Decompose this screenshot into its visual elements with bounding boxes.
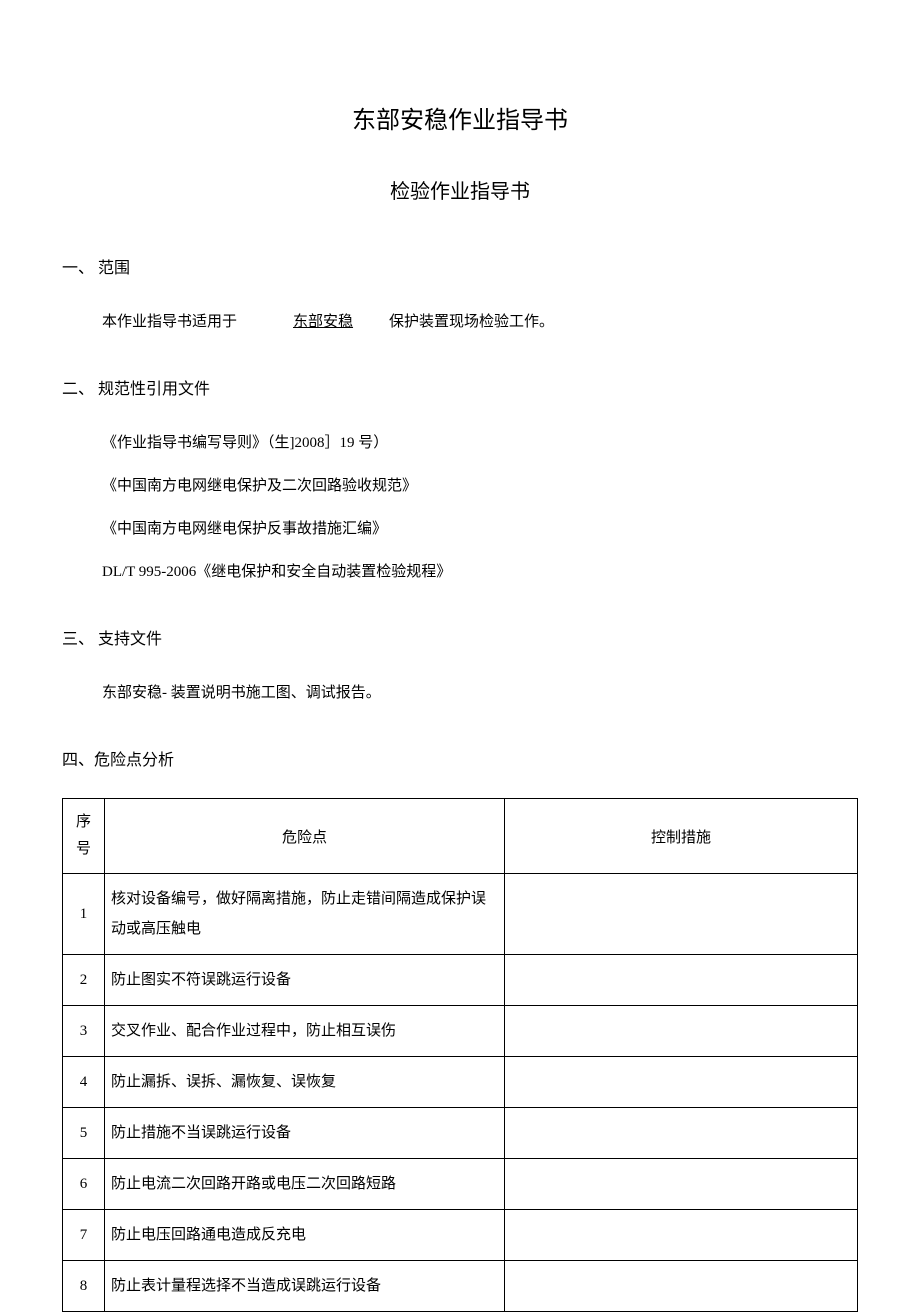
section-heading-scope: 一、 范围 [62, 254, 858, 278]
scope-underlined: 东部安稳 [287, 306, 359, 339]
cell-measure [505, 1006, 858, 1057]
header-risk: 危险点 [105, 799, 505, 874]
table-row: 7 防止电压回路通电造成反充电 [63, 1210, 858, 1261]
cell-measure [505, 1108, 858, 1159]
cell-seq: 6 [63, 1159, 105, 1210]
cell-measure [505, 874, 858, 955]
cell-risk: 防止措施不当误跳运行设备 [105, 1108, 505, 1159]
scope-prefix: 本作业指导书适用于 [102, 306, 237, 339]
section-heading-support: 三、 支持文件 [62, 625, 858, 649]
section-heading-references: 二、 规范性引用文件 [62, 375, 858, 399]
cell-risk: 防止电流二次回路开路或电压二次回路短路 [105, 1159, 505, 1210]
table-row: 3 交叉作业、配合作业过程中，防止相互误伤 [63, 1006, 858, 1057]
document-subtitle: 检验作业指导书 [62, 175, 858, 204]
header-seq: 序号 [63, 799, 105, 874]
scope-line: 本作业指导书适用于 东部安稳 保护装置现场检验工作。 [102, 306, 858, 339]
risk-table: 序号 危险点 控制措施 1 核对设备编号，做好隔离措施，防止走错间隔造成保护误动… [62, 798, 858, 1312]
cell-risk: 交叉作业、配合作业过程中，防止相互误伤 [105, 1006, 505, 1057]
references-list: 《作业指导书编写导则》（生]2008］19 号） 《中国南方电网继电保护及二次回… [102, 427, 858, 589]
section-heading-risk: 四、危险点分析 [62, 746, 858, 770]
cell-seq: 2 [63, 955, 105, 1006]
cell-risk: 防止电压回路通电造成反充电 [105, 1210, 505, 1261]
cell-measure [505, 1210, 858, 1261]
table-header-row: 序号 危险点 控制措施 [63, 799, 858, 874]
table-row: 2 防止图实不符误跳运行设备 [63, 955, 858, 1006]
table-row: 5 防止措施不当误跳运行设备 [63, 1108, 858, 1159]
cell-measure [505, 955, 858, 1006]
cell-seq: 5 [63, 1108, 105, 1159]
document-title: 东部安稳作业指导书 [62, 100, 858, 135]
cell-seq: 3 [63, 1006, 105, 1057]
table-row: 1 核对设备编号，做好隔离措施，防止走错间隔造成保护误动或高压触电 [63, 874, 858, 955]
cell-seq: 1 [63, 874, 105, 955]
reference-item: DL/T 995-2006《继电保护和安全自动装置检验规程》 [102, 556, 858, 589]
reference-item: 《作业指导书编写导则》（生]2008］19 号） [102, 427, 858, 460]
cell-measure [505, 1159, 858, 1210]
cell-risk: 核对设备编号，做好隔离措施，防止走错间隔造成保护误动或高压触电 [105, 874, 505, 955]
cell-seq: 4 [63, 1057, 105, 1108]
table-row: 4 防止漏拆、误拆、漏恢复、误恢复 [63, 1057, 858, 1108]
cell-seq: 7 [63, 1210, 105, 1261]
table-row: 6 防止电流二次回路开路或电压二次回路短路 [63, 1159, 858, 1210]
scope-suffix: 保护装置现场检验工作。 [389, 306, 554, 339]
cell-measure [505, 1057, 858, 1108]
cell-risk: 防止漏拆、误拆、漏恢复、误恢复 [105, 1057, 505, 1108]
support-text: 东部安稳- 装置说明书施工图、调试报告。 [102, 677, 858, 710]
reference-item: 《中国南方电网继电保护及二次回路验收规范》 [102, 470, 858, 503]
header-measure: 控制措施 [505, 799, 858, 874]
cell-risk: 防止图实不符误跳运行设备 [105, 955, 505, 1006]
reference-item: 《中国南方电网继电保护反事故措施汇编》 [102, 513, 858, 546]
